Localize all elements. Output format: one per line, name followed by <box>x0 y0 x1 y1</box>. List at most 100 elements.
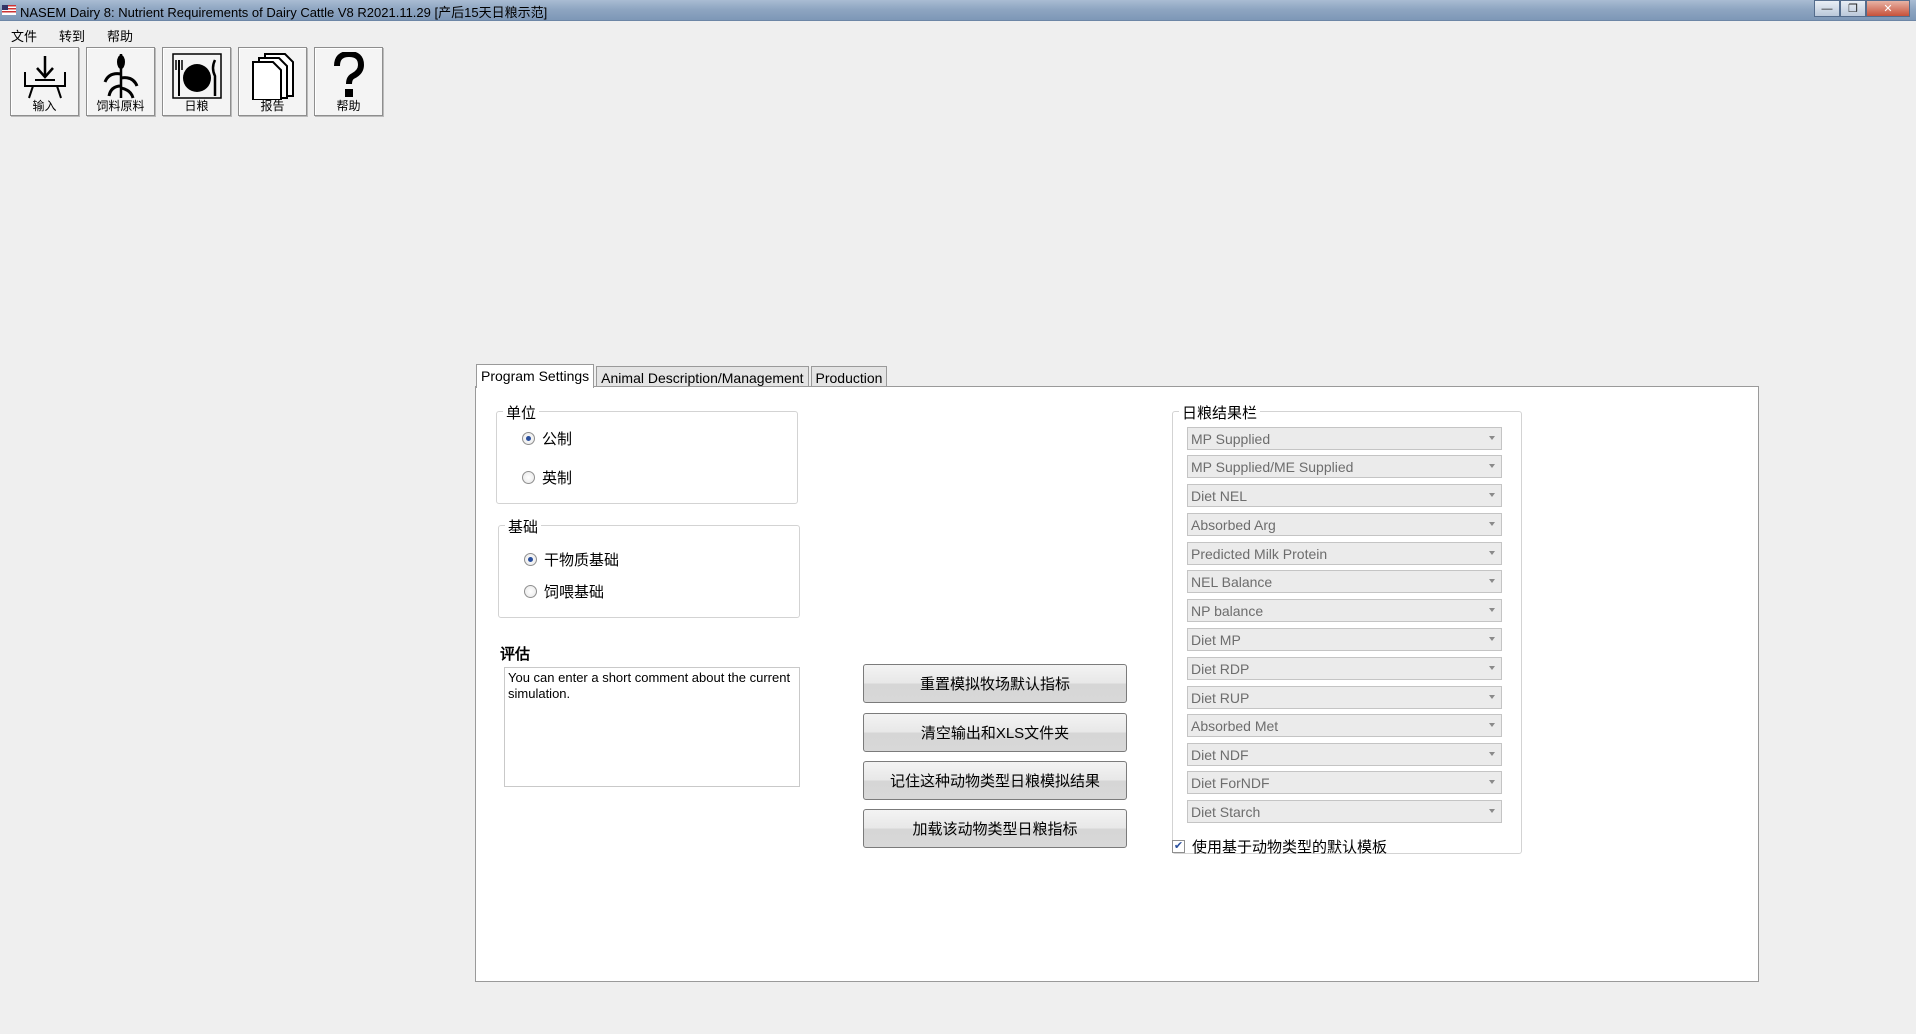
chevron-down-icon <box>1489 464 1495 468</box>
result-dropdown[interactable]: Predicted Milk Protein <box>1187 542 1502 565</box>
menu-bar: 文件 转到 帮助 <box>0 24 144 44</box>
result-dropdown[interactable]: Diet Starch <box>1187 800 1502 823</box>
result-dropdown[interactable]: Diet RDP <box>1187 657 1502 680</box>
basis-group-title: 基础 <box>505 516 542 537</box>
result-dropdown-value: Diet NDF <box>1191 747 1249 763</box>
comment-label: 评估 <box>500 646 531 663</box>
radio-metric[interactable]: 公制 <box>522 428 572 449</box>
window-title: NASEM Dairy 8: Nutrient Requirements of … <box>20 5 548 20</box>
window-controls: — ❐ ✕ <box>1814 0 1910 17</box>
result-dropdown-value: MP Supplied/ME Supplied <box>1191 459 1354 475</box>
result-dropdown-value: Diet RUP <box>1191 690 1250 706</box>
result-dropdown[interactable]: NP balance <box>1187 599 1502 622</box>
result-dropdown-value: Diet Starch <box>1191 804 1261 820</box>
toolbar-feed-label: 饲料原料 <box>96 99 145 113</box>
result-dropdown-value: Absorbed Arg <box>1191 517 1276 533</box>
restore-icon[interactable]: ❐ <box>1840 0 1866 17</box>
result-dropdown-value: Diet RDP <box>1191 661 1250 677</box>
radio-imperial-label: 英制 <box>542 470 573 487</box>
default-template-checkbox[interactable]: ✔ 使用基于动物类型的默认模板 <box>1172 836 1387 857</box>
radio-asfed-basis-label: 饲喂基础 <box>544 584 605 601</box>
tab-animal-description[interactable]: Animal Description/Management <box>596 366 809 388</box>
chevron-down-icon <box>1489 493 1495 497</box>
radio-asfed-basis[interactable]: 饲喂基础 <box>524 581 604 602</box>
result-dropdown-value: Diet ForNDF <box>1191 775 1270 791</box>
result-dropdown-value: NP balance <box>1191 603 1264 619</box>
app-flag-icon <box>2 5 16 15</box>
toolbar-report-button[interactable]: 报告 <box>238 47 307 116</box>
ration-results-title: 日粮结果栏 <box>1179 402 1261 423</box>
toolbar-input-label: 输入 <box>32 99 57 113</box>
menu-goto[interactable]: 转到 <box>48 24 96 44</box>
radio-dm-basis-label: 干物质基础 <box>544 552 620 569</box>
radio-dm-basis[interactable]: 干物质基础 <box>524 549 619 570</box>
default-template-checkbox-box[interactable]: ✔ <box>1172 840 1185 853</box>
radio-dm-basis-indicator[interactable] <box>524 553 537 566</box>
title-bar: NASEM Dairy 8: Nutrient Requirements of … <box>0 0 1916 21</box>
toolbar-help-label: 帮助 <box>336 99 361 113</box>
result-dropdown-value: Diet MP <box>1191 632 1241 648</box>
chevron-down-icon <box>1489 666 1495 670</box>
toolbar-ration-button[interactable]: 日粮 <box>162 47 231 116</box>
load-ration-indicators-button[interactable]: 加载该动物类型日粮指标 <box>863 809 1127 848</box>
result-dropdown-value: MP Supplied <box>1191 431 1271 447</box>
result-dropdown[interactable]: Absorbed Met <box>1187 714 1502 737</box>
result-dropdown-value: NEL Balance <box>1191 574 1273 590</box>
toolbar: 输入 饲料原料 日粮 报告 帮助 <box>10 47 383 116</box>
result-dropdown[interactable]: Absorbed Arg <box>1187 513 1502 536</box>
tab-program-settings[interactable]: Program Settings <box>476 364 595 388</box>
corn-plant-icon <box>103 54 139 99</box>
result-dropdown[interactable]: MP Supplied <box>1187 427 1502 450</box>
menu-help[interactable]: 帮助 <box>96 24 144 44</box>
units-group: 单位 公制 英制 <box>496 402 798 504</box>
comment-textarea[interactable]: You can enter a short comment about the … <box>504 667 800 787</box>
reset-farm-defaults-button[interactable]: 重置模拟牧场默认指标 <box>863 664 1127 703</box>
toolbar-input-button[interactable]: 输入 <box>10 47 79 116</box>
remember-ration-results-button[interactable]: 记住这种动物类型日粮模拟结果 <box>863 761 1127 800</box>
chevron-down-icon <box>1489 608 1495 612</box>
chevron-down-icon <box>1489 695 1495 699</box>
documents-icon <box>252 53 294 100</box>
chevron-down-icon <box>1489 809 1495 813</box>
input-tray-icon <box>24 56 66 99</box>
toolbar-feed-button[interactable]: 饲料原料 <box>86 47 155 116</box>
chevron-down-icon <box>1489 752 1495 756</box>
close-icon[interactable]: ✕ <box>1866 0 1910 17</box>
result-dropdown[interactable]: MP Supplied/ME Supplied <box>1187 455 1502 478</box>
basis-group: 基础 干物质基础 饲喂基础 <box>498 516 800 618</box>
chevron-down-icon <box>1489 579 1495 583</box>
minimize-icon[interactable]: — <box>1814 0 1840 17</box>
radio-imperial-indicator[interactable] <box>522 471 535 484</box>
toolbar-ration-label: 日粮 <box>184 99 209 113</box>
clear-output-folder-button[interactable]: 清空输出和XLS文件夹 <box>863 713 1127 752</box>
chevron-down-icon <box>1489 522 1495 526</box>
menu-file[interactable]: 文件 <box>0 24 48 44</box>
result-dropdown[interactable]: NEL Balance <box>1187 570 1502 593</box>
chevron-down-icon <box>1489 551 1495 555</box>
result-dropdown[interactable]: Diet NEL <box>1187 484 1502 507</box>
tab-production[interactable]: Production <box>810 366 888 388</box>
result-dropdown-value: Predicted Milk Protein <box>1191 546 1328 562</box>
result-dropdown-value: Absorbed Met <box>1191 718 1279 734</box>
toolbar-help-button[interactable]: 帮助 <box>314 47 383 116</box>
radio-imperial[interactable]: 英制 <box>522 467 572 488</box>
program-settings-panel: 单位 公制 英制 基础 干物质基础 饲喂基础 评估 You can enter … <box>475 386 1759 982</box>
result-dropdown[interactable]: Diet MP <box>1187 628 1502 651</box>
radio-metric-label: 公制 <box>542 431 573 448</box>
plate-cutlery-icon <box>172 53 222 99</box>
toolbar-report-label: 报告 <box>260 99 285 113</box>
settings-tabs: Program Settings Animal Description/Mana… <box>476 364 889 388</box>
chevron-down-icon <box>1489 723 1495 727</box>
radio-metric-indicator[interactable] <box>522 432 535 445</box>
radio-asfed-basis-indicator[interactable] <box>524 585 537 598</box>
chevron-down-icon <box>1489 637 1495 641</box>
result-dropdown-value: Diet NEL <box>1191 488 1248 504</box>
question-mark-icon <box>334 52 365 97</box>
result-dropdown[interactable]: Diet RUP <box>1187 686 1502 709</box>
default-template-label: 使用基于动物类型的默认模板 <box>1192 839 1388 856</box>
units-group-title: 单位 <box>503 402 540 423</box>
chevron-down-icon <box>1489 436 1495 440</box>
result-dropdown[interactable]: Diet ForNDF <box>1187 771 1502 794</box>
result-dropdown[interactable]: Diet NDF <box>1187 743 1502 766</box>
ration-results-group: 日粮结果栏 MP Supplied MP Supplied/ME Supplie… <box>1172 402 1522 854</box>
